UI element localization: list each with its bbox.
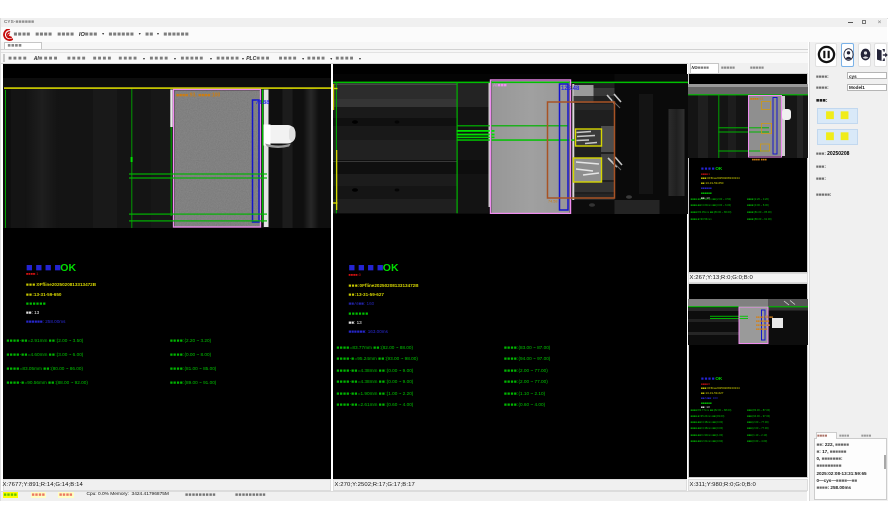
svg-text:74.58: 74.58 bbox=[548, 200, 558, 204]
svg-text:AI■■■: AI■■■ bbox=[493, 83, 507, 89]
svg-text:■■■■:93, ■■■■:100: ■■■■:93, ■■■■:100 bbox=[176, 93, 220, 99]
svg-text:■■■■:93: ■■■■:93 bbox=[750, 97, 763, 101]
svg-text:123.48: 123.48 bbox=[561, 86, 580, 92]
svg-text:73.88: 73.88 bbox=[255, 100, 269, 106]
svg-text:■■■■■■: ■■■■■■ bbox=[756, 327, 768, 331]
svg-text:■■■■ ■■■: ■■■■ ■■■ bbox=[752, 158, 767, 162]
